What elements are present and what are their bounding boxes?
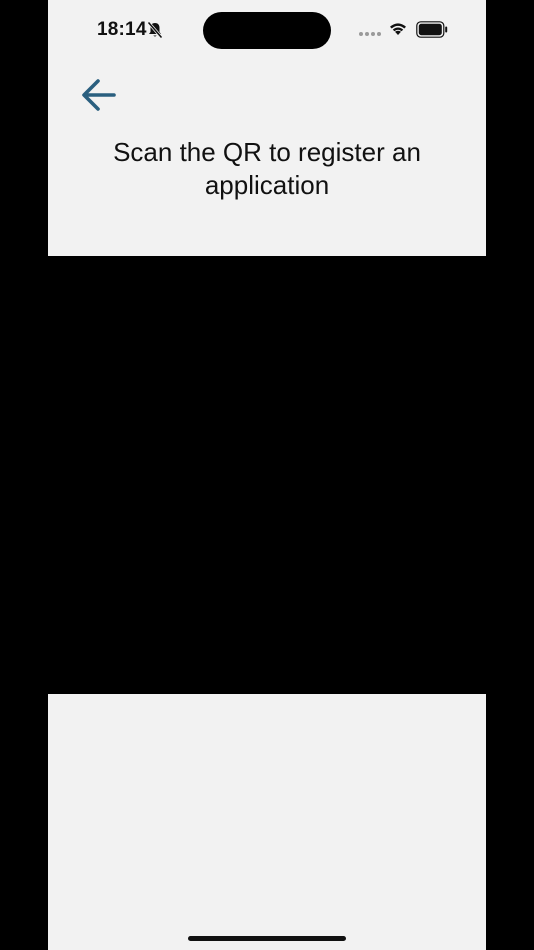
home-indicator[interactable] bbox=[188, 936, 346, 941]
page-title: Scan the QR to register an application bbox=[113, 137, 421, 200]
footer-panel bbox=[48, 694, 486, 950]
battery-icon bbox=[416, 21, 448, 38]
dynamic-island bbox=[203, 12, 331, 49]
wifi-icon bbox=[390, 23, 406, 35]
header-panel: 18:14 Scan the QR to register an applica… bbox=[48, 0, 486, 256]
qr-camera-viewfinder[interactable] bbox=[48, 256, 486, 694]
arrow-left-icon bbox=[82, 79, 116, 111]
signal-dots-icon bbox=[359, 32, 381, 36]
phone-screen: 18:14 Scan the QR to register an applica… bbox=[48, 0, 486, 950]
back-button[interactable] bbox=[78, 74, 120, 116]
bell-slash-icon bbox=[147, 21, 163, 39]
status-time: 18:14 bbox=[97, 19, 147, 40]
status-bar: 18:14 bbox=[48, 0, 486, 60]
